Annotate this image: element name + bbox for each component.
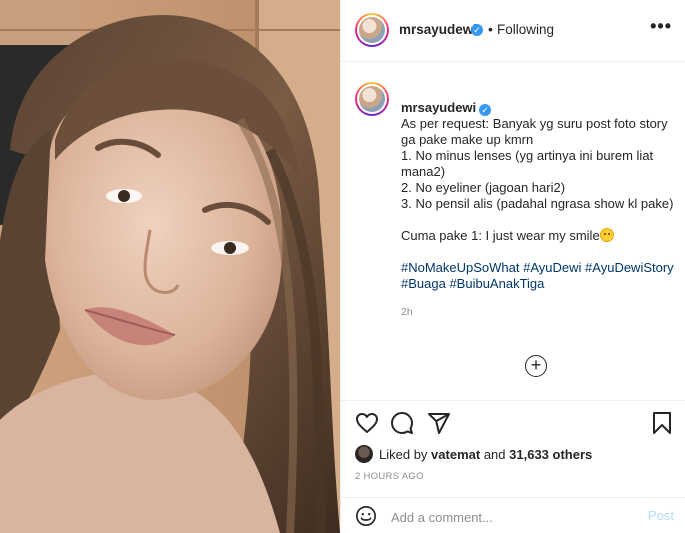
caption-line-1: 1. No minus lenses (yg artinya ini burem… <box>401 148 654 179</box>
hashtag-link[interactable]: #Buaga <box>401 276 446 291</box>
selfie-image <box>0 0 340 533</box>
caption-username[interactable]: mrsayudewi <box>401 100 476 115</box>
send-icon[interactable] <box>427 411 451 435</box>
caption-line-3: 3. No pensil alis (padahal ngrasa show k… <box>401 196 674 211</box>
verified-badge-icon: ✓ <box>471 24 483 36</box>
separator-dot: • <box>488 21 493 37</box>
heart-icon[interactable] <box>355 411 379 435</box>
plus-circle-icon[interactable]: + <box>525 355 547 377</box>
hashtag-link[interactable]: #BuibuAnakTiga <box>449 276 544 291</box>
caption-time[interactable]: 2h <box>401 304 676 320</box>
comment-icon[interactable] <box>390 411 414 435</box>
hashtag-link[interactable]: #AyuDewiStory <box>585 260 674 275</box>
likes-prefix: Liked by <box>379 446 428 462</box>
more-horizontal-icon[interactable]: ••• <box>650 16 672 37</box>
post-timestamp[interactable]: 2 HOURS AGO <box>355 471 424 482</box>
likes-and: and <box>483 446 506 462</box>
liker-username[interactable]: vatemat <box>431 447 480 462</box>
post-header: mrsayudewi ✓ • Following ••• <box>341 0 685 62</box>
caption-line-2: 2. No eyeliner (jagoan hari2) <box>401 180 566 195</box>
emoji-icon[interactable] <box>355 505 377 527</box>
post-caption: mrsayudewi ✓ As per request: Banyak yg su… <box>401 84 676 320</box>
hashtag-link[interactable]: #AyuDewi <box>523 260 581 275</box>
caption-hashtags: #NoMakeUpSoWhat #AyuDewi #AyuDewiStory #… <box>401 260 676 292</box>
verified-badge-icon: ✓ <box>479 104 492 116</box>
post-comment-button[interactable]: Post <box>648 508 674 523</box>
author-avatar[interactable] <box>355 13 389 47</box>
bookmark-icon[interactable] <box>650 411 674 435</box>
post-side-panel: mrsayudewi ✓ • Following ••• mrsayudewi ✓… <box>340 0 685 533</box>
liker-avatar[interactable] <box>355 445 373 463</box>
caption-closing: Cuma pake 1: I just wear my smile <box>401 228 676 244</box>
hashtag-link[interactable]: #NoMakeUpSoWhat <box>401 260 520 275</box>
following-button[interactable]: Following <box>497 22 554 37</box>
author-username[interactable]: mrsayudewi <box>399 22 477 37</box>
post-actions: Liked by vatemat and 31,633 others 2 HOU… <box>341 400 685 533</box>
comment-input[interactable] <box>391 507 631 527</box>
likes-summary: Liked by vatemat and 31,633 others <box>355 445 592 463</box>
instagram-post: mrsayudewi ✓ • Following ••• mrsayudewi ✓… <box>0 0 685 533</box>
caption-author-avatar[interactable] <box>355 82 389 116</box>
post-photo[interactable] <box>0 0 340 533</box>
likes-count[interactable]: 31,633 others <box>509 447 592 462</box>
caption-line-0: As per request: Banyak yg suru post foto… <box>401 116 668 147</box>
comment-form: Post <box>341 497 685 533</box>
smile-emoji-icon <box>599 228 614 242</box>
